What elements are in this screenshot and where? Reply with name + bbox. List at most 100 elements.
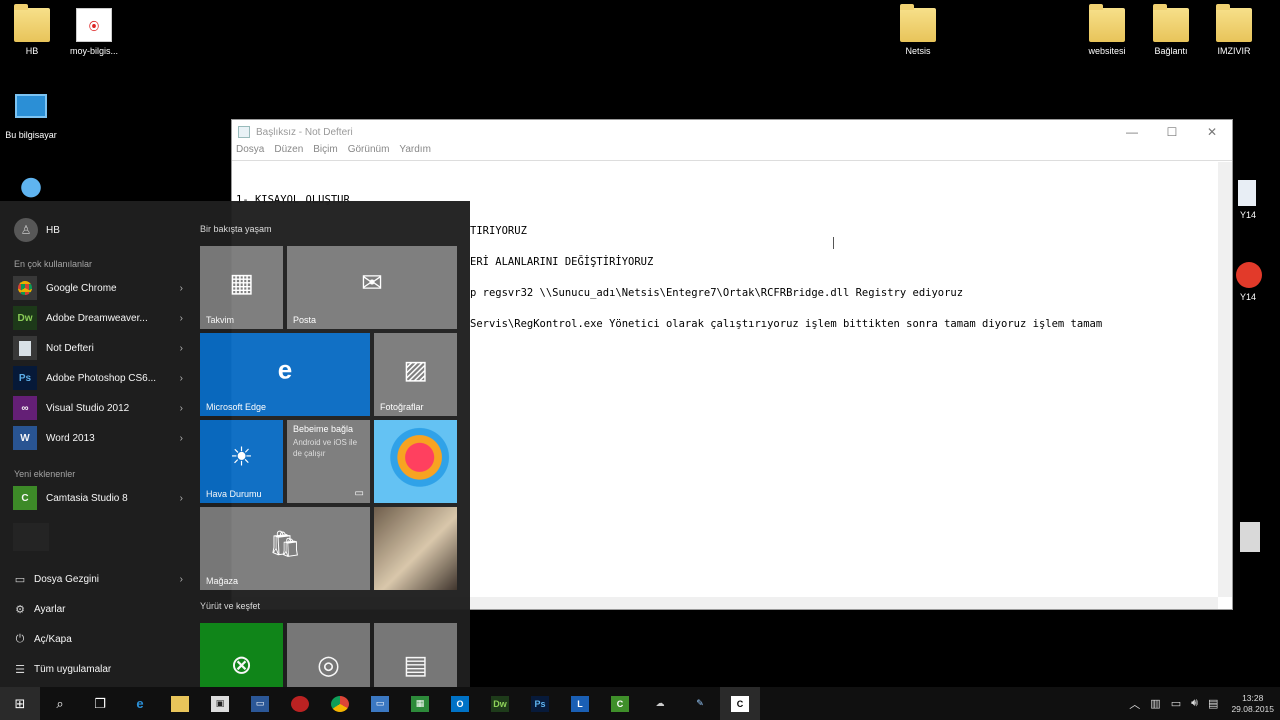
chevron-right-icon[interactable]: › xyxy=(180,403,183,414)
taskbar-camtasia[interactable]: C xyxy=(600,687,640,720)
task-view-button[interactable]: ❐ xyxy=(80,687,120,720)
desktop-icon-this-pc[interactable]: Bu bilgisayar xyxy=(0,94,67,140)
app-photoshop[interactable]: Ps Adobe Photoshop CS6... › xyxy=(13,365,183,391)
app-google-chrome[interactable]: Google Chrome › xyxy=(13,275,183,301)
desktop-icon-moy-bilgisayar[interactable]: ⦿ moy-bilgis... xyxy=(58,8,130,56)
taskbar-camtasia-recorder[interactable]: C xyxy=(720,687,760,720)
window-titlebar[interactable]: Başlıksız - Not Defteri — ☐ ✕ xyxy=(232,120,1232,144)
tile-phone-companion[interactable]: Bebeime bağla Android ve iOS ile de çalı… xyxy=(287,420,370,503)
music-disc-icon: ◎ xyxy=(317,649,340,680)
folder-icon xyxy=(171,695,189,712)
app-dreamweaver[interactable]: Dw Adobe Dreamweaver... › xyxy=(13,305,183,331)
menu-view[interactable]: Görünüm xyxy=(348,144,390,160)
vertical-scrollbar[interactable] xyxy=(1218,162,1232,597)
menu-help[interactable]: Yardım xyxy=(399,144,431,160)
document-icon xyxy=(1238,180,1256,206)
tile-label: Mağaza xyxy=(206,576,239,586)
start-button[interactable]: ⊞ xyxy=(0,687,40,720)
system-link-label: Dosya Gezgini xyxy=(34,573,100,585)
tile-title: Bebeime bağla xyxy=(293,424,354,434)
taskbar-outlook[interactable]: O xyxy=(440,687,480,720)
app-label: Google Chrome xyxy=(46,282,117,294)
cloud-icon xyxy=(13,172,49,198)
all-apps-link[interactable]: ☰ Tüm uygulamalar xyxy=(13,659,183,679)
file-explorer-link[interactable]: ▭ Dosya Gezgini › xyxy=(13,569,183,589)
tile-calendar[interactable]: ▦ Takvim xyxy=(200,246,283,329)
tile-xbox[interactable]: ⊗ xyxy=(200,623,283,687)
chevron-right-icon[interactable]: › xyxy=(180,313,183,324)
chevron-right-icon[interactable]: › xyxy=(180,493,183,504)
system-link-label: Ayarlar xyxy=(34,603,66,615)
taskbar-app-red[interactable] xyxy=(280,687,320,720)
clapperboard-icon: ▤ xyxy=(403,649,428,680)
tile-movies[interactable]: ▤ xyxy=(374,623,457,687)
chevron-up-icon[interactable]: ︿ xyxy=(1129,696,1140,712)
taskbar-app-blue[interactable]: L xyxy=(560,687,600,720)
chevron-right-icon[interactable]: › xyxy=(180,433,183,444)
taskbar-chrome[interactable] xyxy=(320,687,360,720)
menu-file[interactable]: Dosya xyxy=(236,144,264,160)
camtasia-icon: C xyxy=(13,486,37,510)
tile-store[interactable]: 🛍︎ Mağaza xyxy=(200,507,370,590)
action-center-icon[interactable]: ▤ xyxy=(1208,697,1218,710)
desktop-icon-label: HB xyxy=(25,46,39,56)
tile-live-photo[interactable] xyxy=(374,507,457,590)
close-button[interactable]: ✕ xyxy=(1192,125,1232,139)
app-notepad[interactable]: Not Defteri › xyxy=(13,335,183,361)
user-account[interactable]: ♙ HB xyxy=(14,218,60,242)
text-line: ERİ ALANLARINI DEĞİŞTİRİYORUZ xyxy=(470,256,654,268)
taskbar-dreamweaver[interactable]: Dw xyxy=(480,687,520,720)
taskbar-app-pen[interactable]: ✎ xyxy=(680,687,720,720)
taskbar-app-network[interactable]: ☁ xyxy=(640,687,680,720)
power-link[interactable]: ⏻ Aç/Kapa xyxy=(13,629,183,649)
menu-edit[interactable]: Düzen xyxy=(274,144,303,160)
system-link-label: Tüm uygulamalar xyxy=(34,663,112,675)
tile-photos[interactable]: ▨ Fotoğraflar xyxy=(374,333,457,416)
chevron-right-icon[interactable]: › xyxy=(180,574,183,585)
tile-label: Microsoft Edge xyxy=(206,402,267,412)
clock[interactable]: 13:28 29.08.2015 xyxy=(1231,693,1274,715)
taskbar-photoshop[interactable]: Ps xyxy=(520,687,560,720)
task-view-icon: ❐ xyxy=(94,695,106,711)
app-label: Not Defteri xyxy=(46,342,94,354)
taskbar: ⊞ ⌕ ❐ e ▣ ▭ ▭ ▦ O Dw Ps L C ☁ ✎ C ︿ ▥ ▭ … xyxy=(0,687,1280,720)
desktop-icon-label: moy-bilgis... xyxy=(69,46,118,56)
desktop-icon-netsis[interactable]: Netsis xyxy=(882,4,954,56)
app-camtasia[interactable]: C Camtasia Studio 8 › xyxy=(13,485,183,511)
tile-weather[interactable]: ☀ Hava Durumu xyxy=(200,420,283,503)
taskbar-file-explorer[interactable] xyxy=(160,687,200,720)
maximize-button[interactable]: ☐ xyxy=(1152,125,1192,139)
user-avatar-icon: ♙ xyxy=(14,218,38,242)
desktop-icon-label: Bu bilgisayar xyxy=(5,130,57,140)
tile-groove-music[interactable]: ◎ xyxy=(287,623,370,687)
taskbar-app-green[interactable]: ▦ xyxy=(400,687,440,720)
network-icon[interactable]: ▥ xyxy=(1150,697,1160,710)
tile-candy-crush[interactable] xyxy=(374,420,457,503)
menu-format[interactable]: Biçim xyxy=(313,144,337,160)
app-visual-studio[interactable]: ∞ Visual Studio 2012 › xyxy=(13,395,183,421)
desktop-icon-websitesi[interactable]: websitesi xyxy=(1071,4,1143,56)
app-word[interactable]: W Word 2013 › xyxy=(13,425,183,451)
taskbar-remote-desktop[interactable]: ▭ xyxy=(360,687,400,720)
app-icon xyxy=(1236,262,1262,288)
desktop-icon-onedrive[interactable] xyxy=(0,172,67,202)
start-menu-app-list: ♙ HB En çok kullanılanlar Google Chrome … xyxy=(0,201,192,687)
chevron-right-icon[interactable]: › xyxy=(180,283,183,294)
taskbar-edge[interactable]: e xyxy=(120,687,160,720)
desktop-icon-baglanti[interactable]: Bağlantı xyxy=(1135,4,1207,56)
network-app-icon: ☁ xyxy=(655,698,665,708)
desktop-icon-imzivir[interactable]: IMZIVIR xyxy=(1198,4,1270,56)
chevron-right-icon[interactable]: › xyxy=(180,343,183,354)
minimize-button[interactable]: — xyxy=(1112,125,1152,139)
tile-label: Hava Durumu xyxy=(206,489,262,499)
settings-link[interactable]: ⚙ Ayarlar xyxy=(13,599,183,619)
battery-icon[interactable]: ▭ xyxy=(1171,697,1181,710)
taskbar-computer[interactable]: ▭ xyxy=(240,687,280,720)
chevron-right-icon[interactable]: › xyxy=(180,373,183,384)
search-button[interactable]: ⌕ xyxy=(40,687,80,720)
tile-microsoft-edge[interactable]: e Microsoft Edge xyxy=(200,333,370,416)
taskbar-store[interactable]: ▣ xyxy=(200,687,240,720)
tile-mail[interactable]: ✉ Posta xyxy=(287,246,457,329)
volume-icon[interactable]: 🔊︎ xyxy=(1191,697,1198,710)
notepad-icon xyxy=(238,126,250,138)
